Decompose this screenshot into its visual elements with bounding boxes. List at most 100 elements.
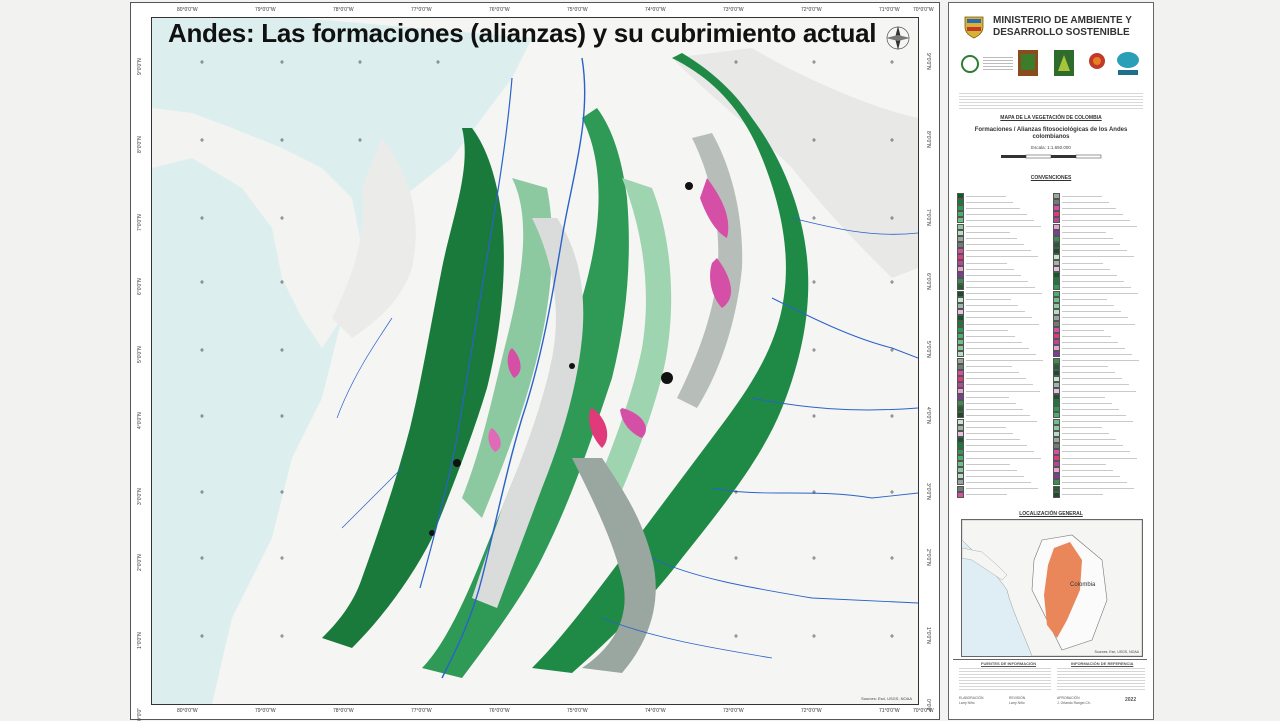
year-label: 2022 — [1125, 697, 1137, 703]
legend-swatch — [1053, 394, 1060, 401]
left-tick-label: 8°0'0"N — [137, 136, 143, 153]
legend-swatch — [957, 363, 964, 370]
legend-swatch — [957, 284, 964, 291]
left-tick-label: 2°0'0"N — [137, 554, 143, 571]
legend-label — [966, 213, 1027, 215]
legend-swatch — [1053, 491, 1060, 498]
legend-label — [966, 457, 1041, 459]
legend-swatch — [1053, 296, 1060, 303]
left-tick-label: 9°0'0"N — [137, 58, 143, 75]
legend-label — [966, 445, 1027, 447]
legend-label — [966, 219, 1034, 221]
legend-swatch — [1053, 241, 1060, 248]
legend-label — [1062, 414, 1126, 416]
top-tick-label: 71°0'0"W — [879, 7, 900, 13]
legend-swatch — [1053, 284, 1060, 291]
left-tick-label: 0°0'0" — [137, 707, 143, 721]
bottom-tick-label: 78°0'0"W — [333, 708, 354, 714]
legend-swatch — [1053, 314, 1060, 321]
legend-label — [966, 250, 1031, 252]
legend-swatch — [957, 351, 964, 358]
right-tick-label: 1°0'0"N — [925, 627, 931, 644]
legend-swatch — [957, 375, 964, 382]
legend-label — [966, 238, 1017, 240]
legend-swatch — [957, 418, 964, 425]
map-area[interactable]: Sources: Esri, USGS, NOAA — [151, 17, 919, 705]
unal-logo-icon — [961, 55, 979, 73]
legend-swatch — [957, 479, 964, 486]
legend-label — [966, 396, 1009, 398]
legend-swatch — [957, 455, 964, 462]
legend-swatch — [1053, 442, 1060, 449]
bottom-tick-label: 71°0'0"W — [879, 708, 900, 714]
top-tick-label: 74°0'0"W — [645, 7, 666, 13]
top-tick-label: 79°0'0"W — [255, 7, 276, 13]
legend-label — [1062, 317, 1128, 319]
legend-swatch — [957, 253, 964, 260]
legend-label — [966, 360, 1043, 362]
humboldt-logo-icon — [1054, 50, 1074, 76]
bottom-tick-label: 76°0'0"W — [489, 708, 510, 714]
top-tick-label: 78°0'0"W — [333, 7, 354, 13]
legend-swatch — [1053, 388, 1060, 395]
legend-swatch — [957, 199, 964, 206]
credits-text — [959, 93, 1143, 111]
legend-swatch — [957, 296, 964, 303]
legend-label — [966, 244, 1024, 246]
elaboracion-label: ELABORACIÓN — [959, 696, 984, 700]
legend-label — [966, 353, 1036, 355]
legend-label — [966, 335, 1015, 337]
legend-swatch — [1053, 199, 1060, 206]
legend-swatch — [957, 193, 964, 200]
legend-column-right — [1053, 193, 1146, 498]
dark-spot — [569, 363, 575, 369]
legend-swatch — [957, 205, 964, 212]
legend-label — [966, 475, 1024, 477]
legend-label — [1062, 207, 1116, 209]
legend-label — [1062, 213, 1123, 215]
legend-swatch — [957, 400, 964, 407]
legend-swatch — [1053, 424, 1060, 431]
location-inset-map[interactable]: Colombia Sources: Esri, USGS, NOAA — [961, 519, 1143, 657]
localization-title: LOCALIZACIÓN GENERAL — [1019, 511, 1083, 517]
bottom-tick-label: 77°0'0"W — [411, 708, 432, 714]
legend-label — [1062, 219, 1130, 221]
legend-label — [966, 195, 1006, 197]
right-tick-label: 0°0'0" — [925, 699, 931, 713]
legend-swatch — [957, 369, 964, 376]
legend-swatch — [957, 260, 964, 267]
legend-swatch — [1053, 400, 1060, 407]
bottom-tick-label: 75°0'0"W — [567, 708, 588, 714]
referencia-header: INFORMACIÓN DE REFERENCIA — [1071, 661, 1134, 666]
legend-label — [966, 268, 1014, 270]
legend-label — [966, 305, 1018, 307]
legend-swatch — [1053, 455, 1060, 462]
legend-label — [1062, 329, 1104, 331]
ideam-logo-icon — [1117, 52, 1139, 75]
legend-swatch — [957, 333, 964, 340]
legend-swatch — [1053, 235, 1060, 242]
legend-swatch — [957, 321, 964, 328]
legend-swatch — [1053, 406, 1060, 413]
legend-label — [1062, 445, 1123, 447]
info-table: FUENTES DE INFORMACIÓN INFORMACIÓN DE RE… — [953, 659, 1147, 714]
legend-swatch — [1053, 436, 1060, 443]
top-tick-label: 75°0'0"W — [567, 7, 588, 13]
right-tick-label: 2°0'0"N — [925, 549, 931, 566]
fuentes-header: FUENTES DE INFORMACIÓN — [981, 661, 1037, 666]
legend-label — [966, 372, 1019, 374]
left-tick-label: 5°0'0"N — [137, 346, 143, 363]
legend-swatch — [957, 381, 964, 388]
legend-swatch — [1053, 333, 1060, 340]
legend-swatch — [1053, 211, 1060, 218]
legend-label — [1062, 256, 1134, 258]
legend-swatch — [1053, 272, 1060, 279]
legend-label — [1062, 335, 1111, 337]
legend-label — [966, 299, 1011, 301]
top-tick-label: 80°0'0"W — [177, 7, 198, 13]
legend-label — [966, 226, 1041, 228]
legend-label — [1062, 427, 1102, 429]
legend-label — [966, 469, 1017, 471]
legend-label — [966, 433, 1013, 435]
right-tick-label: 7°0'0"N — [925, 209, 931, 226]
